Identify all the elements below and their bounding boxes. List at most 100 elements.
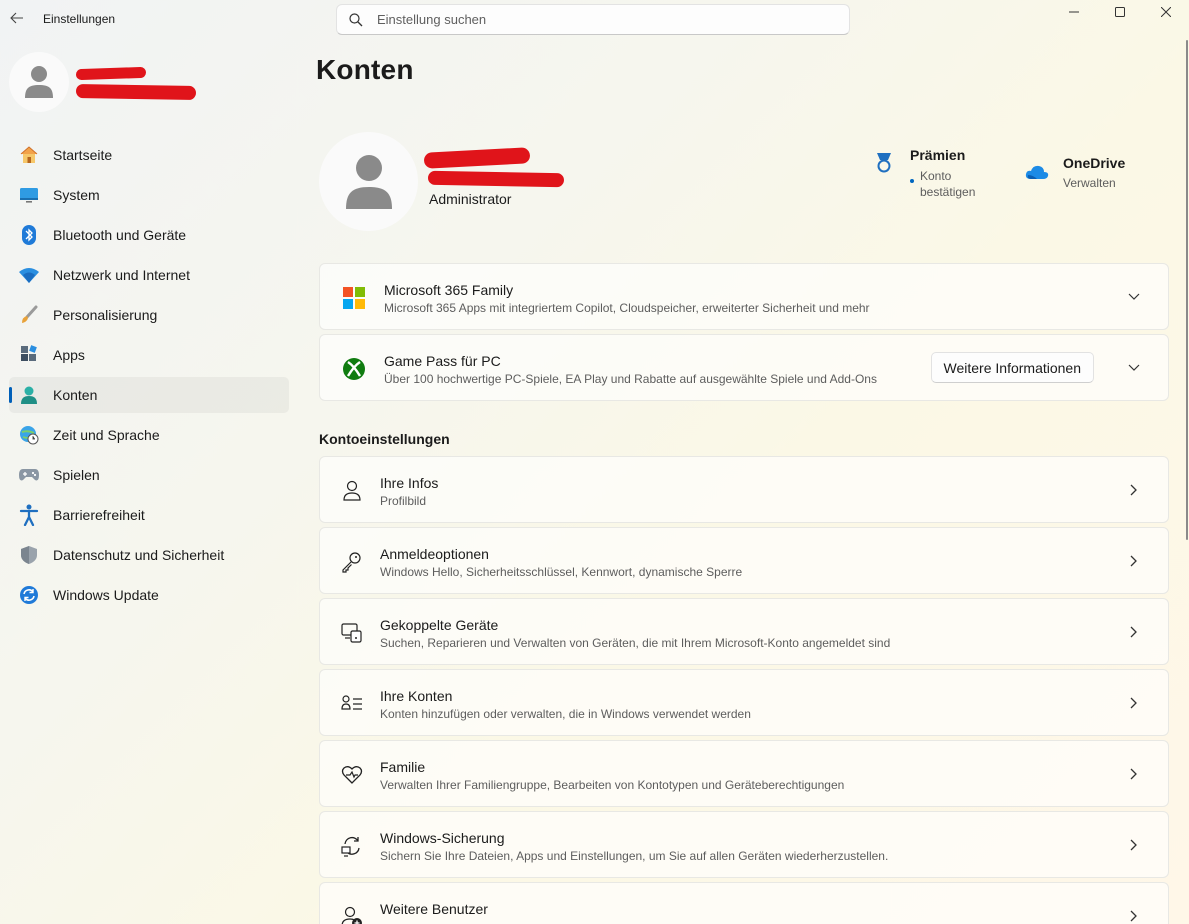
- close-button[interactable]: [1143, 0, 1189, 24]
- minimize-button[interactable]: [1051, 0, 1097, 24]
- card-subtitle: Sichern Sie Ihre Dateien, Apps und Einst…: [380, 849, 889, 863]
- back-button[interactable]: [8, 8, 26, 28]
- card-subtitle: Über 100 hochwertige PC-Spiele, EA Play …: [384, 372, 877, 386]
- sidebar-item-label: Spielen: [53, 467, 100, 483]
- rewards-title: Prämien: [910, 147, 966, 163]
- accessibility-icon: [18, 504, 40, 526]
- game-pass-card[interactable]: Game Pass für PC Über 100 hochwertige PC…: [319, 334, 1169, 401]
- card-title: Game Pass für PC: [384, 353, 501, 369]
- minimize-icon: [1069, 11, 1079, 13]
- heart-icon: [339, 762, 365, 788]
- chevron-right-icon: [1126, 908, 1142, 924]
- sidebar-item-personalisierung[interactable]: Personalisierung: [9, 297, 289, 333]
- shield-icon: [18, 544, 40, 566]
- chevron-right-icon: [1126, 482, 1142, 498]
- sidebar-item-label: Netzwerk und Internet: [53, 267, 190, 283]
- sidebar-item-label: Konten: [53, 387, 98, 403]
- card-subtitle: Profilbild: [380, 494, 427, 508]
- sidebar-item-label: Windows Update: [53, 587, 159, 603]
- backup-icon: [339, 833, 365, 859]
- user-silhouette-icon: [25, 66, 53, 98]
- redacted-name: [75, 66, 147, 81]
- settings-item-weitere-benutzer[interactable]: Weitere Benutzer: [319, 882, 1169, 924]
- xbox-logo-icon: [341, 356, 367, 382]
- settings-item-anmeldeoptionen[interactable]: Anmeldeoptionen Windows Hello, Sicherhei…: [319, 527, 1169, 594]
- search-input[interactable]: [377, 12, 817, 27]
- title-bar: Einstellungen: [0, 0, 1189, 40]
- close-icon: [1161, 7, 1171, 17]
- sidebar-nav: Startseite System Bluetooth und Geräte N…: [9, 137, 289, 617]
- sidebar-item-label: Startseite: [53, 147, 113, 163]
- microsoft-logo-icon: [341, 285, 367, 311]
- card-title: Microsoft 365 Family: [384, 282, 514, 298]
- sidebar-item-bluetooth[interactable]: Bluetooth und Geräte: [9, 217, 289, 253]
- gamepad-icon: [18, 464, 40, 486]
- search-box[interactable]: [336, 4, 850, 35]
- card-title: Anmeldeoptionen: [380, 546, 489, 562]
- more-info-button[interactable]: Weitere Informationen: [930, 352, 1094, 383]
- card-subtitle: Verwalten Ihrer Familiengruppe, Bearbeit…: [380, 778, 845, 792]
- settings-item-ihre-infos[interactable]: Ihre Infos Profilbild: [319, 456, 1169, 523]
- chevron-right-icon: [1126, 837, 1142, 853]
- redacted-profile-name: [423, 147, 531, 169]
- chevron-right-icon: [1126, 553, 1142, 569]
- sidebar-item-system[interactable]: System: [9, 177, 289, 213]
- accounts-list-icon: [339, 691, 365, 717]
- sidebar-item-label: Apps: [53, 347, 85, 363]
- page-title: Konten: [316, 54, 414, 85]
- sidebar-item-barrierefreiheit[interactable]: Barrierefreiheit: [9, 497, 289, 533]
- card-subtitle: Microsoft 365 Apps mit integriertem Copi…: [384, 301, 870, 315]
- card-title: Weitere Benutzer: [380, 901, 488, 917]
- bluetooth-icon: [18, 224, 40, 246]
- sidebar-item-startseite[interactable]: Startseite: [9, 137, 289, 173]
- settings-item-ihre-konten[interactable]: Ihre Konten Konten hinzufügen oder verwa…: [319, 669, 1169, 736]
- sidebar-item-windows-update[interactable]: Windows Update: [9, 577, 289, 613]
- section-title: Kontoeinstellungen: [319, 431, 450, 447]
- redacted-profile-email: [427, 170, 565, 188]
- sidebar-item-spielen[interactable]: Spielen: [9, 457, 289, 493]
- microsoft-365-card[interactable]: Microsoft 365 Family Microsoft 365 Apps …: [319, 263, 1169, 330]
- sidebar-item-zeit[interactable]: Zeit und Sprache: [9, 417, 289, 453]
- search-icon: [349, 12, 363, 26]
- linked-devices-icon: [339, 620, 365, 646]
- card-subtitle: Windows Hello, Sicherheitsschlüssel, Ken…: [380, 565, 743, 579]
- sidebar-item-netzwerk[interactable]: Netzwerk und Internet: [9, 257, 289, 293]
- sidebar-item-apps[interactable]: Apps: [9, 337, 289, 373]
- card-subtitle: Konten hinzufügen oder verwalten, die in…: [380, 707, 751, 721]
- onedrive-subtitle: Verwalten: [1063, 176, 1116, 190]
- profile-avatar[interactable]: [319, 132, 418, 231]
- sidebar-item-label: System: [53, 187, 100, 203]
- settings-item-gekoppelte-geraete[interactable]: Gekoppelte Geräte Suchen, Reparieren und…: [319, 598, 1169, 665]
- chevron-right-icon: [1126, 695, 1142, 711]
- sidebar-item-label: Personalisierung: [53, 307, 158, 323]
- scrollbar[interactable]: [1186, 40, 1188, 540]
- monitor-icon: [18, 184, 40, 206]
- maximize-button[interactable]: [1097, 0, 1143, 24]
- status-dot: [910, 179, 914, 183]
- card-title: Familie: [380, 759, 426, 775]
- home-icon: [18, 144, 40, 166]
- sidebar-item-label: Bluetooth und Geräte: [53, 227, 187, 243]
- medal-icon: [877, 153, 891, 173]
- chevron-down-icon[interactable]: [1126, 289, 1142, 305]
- card-title: Gekoppelte Geräte: [380, 617, 499, 633]
- person-icon: [339, 478, 365, 504]
- chevron-down-icon[interactable]: [1126, 360, 1142, 376]
- rewards-link[interactable]: Prämien Konto bestätigen: [872, 146, 992, 206]
- chevron-right-icon: [1126, 766, 1142, 782]
- onedrive-cloud-icon: [1025, 165, 1049, 179]
- account-icon: [18, 384, 40, 406]
- sidebar-item-datenschutz[interactable]: Datenschutz und Sicherheit: [9, 537, 289, 573]
- card-title: Ihre Konten: [380, 688, 453, 704]
- sidebar-item-label: Datenschutz und Sicherheit: [53, 547, 225, 563]
- settings-item-familie[interactable]: Familie Verwalten Ihrer Familiengruppe, …: [319, 740, 1169, 807]
- sidebar-avatar[interactable]: [9, 52, 69, 112]
- globe-clock-icon: [18, 424, 40, 446]
- maximize-icon: [1115, 7, 1125, 17]
- update-icon: [18, 584, 40, 606]
- onedrive-link[interactable]: OneDrive Verwalten: [1025, 154, 1145, 194]
- key-icon: [339, 549, 365, 575]
- card-title: Ihre Infos: [380, 475, 439, 491]
- sidebar-item-konten[interactable]: Konten: [9, 377, 289, 413]
- settings-item-windows-sicherung[interactable]: Windows-Sicherung Sichern Sie Ihre Datei…: [319, 811, 1169, 878]
